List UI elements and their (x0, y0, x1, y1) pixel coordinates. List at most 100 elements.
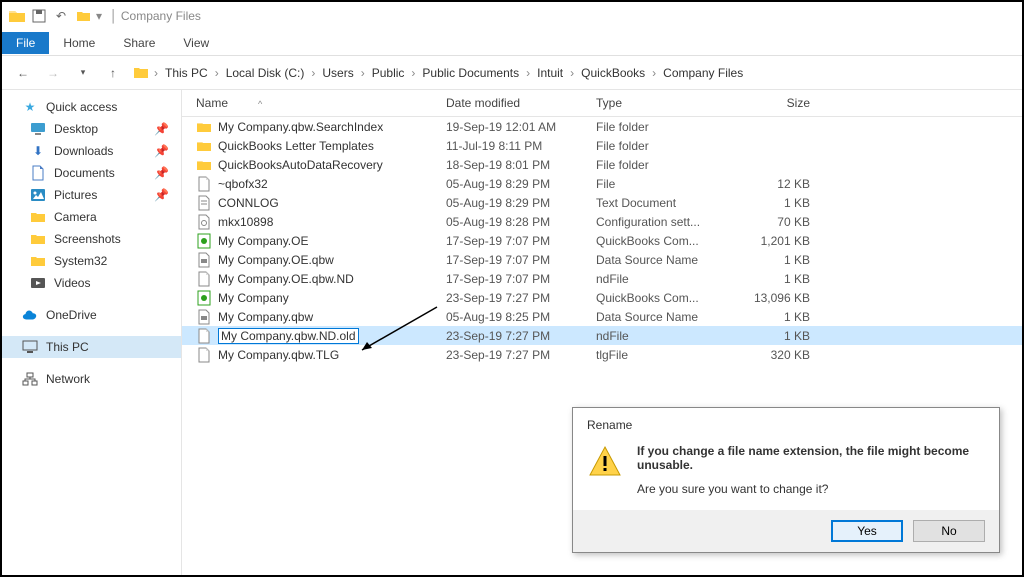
desktop-icon (30, 121, 46, 137)
file-row[interactable]: mkx1089805-Aug-19 8:28 PMConfiguration s… (182, 212, 1022, 231)
file-row[interactable]: My Company23-Sep-19 7:27 PMQuickBooks Co… (182, 288, 1022, 307)
file-row[interactable]: QuickBooks Letter Templates11-Jul-19 8:1… (182, 136, 1022, 155)
videos-icon (30, 275, 46, 291)
folder-icon (30, 231, 46, 247)
sidebar-item-videos[interactable]: Videos (2, 272, 181, 294)
sidebar-item-label: Videos (54, 276, 90, 290)
network-icon (22, 371, 38, 387)
file-name: My Company.qbw (218, 310, 313, 324)
sidebar-item-label: Camera (54, 210, 97, 224)
crumb-disk[interactable]: Local Disk (C:) (223, 64, 308, 82)
file-date: 23-Sep-19 7:27 PM (446, 329, 596, 343)
sidebar-item-label: Documents (54, 166, 115, 180)
file-row[interactable]: My Company.qbw05-Aug-19 8:25 PMData Sour… (182, 307, 1022, 326)
file-icon (196, 138, 212, 154)
up-button[interactable]: ↑ (102, 62, 124, 84)
file-date: 05-Aug-19 8:29 PM (446, 177, 596, 191)
properties-icon[interactable] (74, 7, 92, 25)
file-row[interactable]: QuickBooksAutoDataRecovery18-Sep-19 8:01… (182, 155, 1022, 174)
forward-button[interactable]: → (42, 62, 64, 84)
file-date: 05-Aug-19 8:29 PM (446, 196, 596, 210)
file-type: Configuration sett... (596, 215, 746, 229)
column-headers: Name^ Date modified Type Size (182, 90, 1022, 117)
back-button[interactable]: ← (12, 62, 34, 84)
file-name: My Company.OE.qbw (218, 253, 334, 267)
file-size: 13,096 KB (746, 291, 826, 305)
sidebar-item-label: System32 (54, 254, 107, 268)
file-name: CONNLOG (218, 196, 279, 210)
rename-input[interactable]: My Company.qbw.ND.old (218, 328, 359, 344)
file-date: 17-Sep-19 7:07 PM (446, 253, 596, 267)
pin-icon: 📌 (154, 166, 169, 180)
folder-icon (132, 64, 150, 82)
col-name[interactable]: Name^ (196, 96, 446, 110)
file-size: 12 KB (746, 177, 826, 191)
crumb-intuit[interactable]: Intuit (534, 64, 566, 82)
file-icon (196, 214, 212, 230)
file-row[interactable]: My Company.OE.qbw.ND17-Sep-19 7:07 PMndF… (182, 269, 1022, 288)
no-button[interactable]: No (913, 520, 985, 542)
file-size: 70 KB (746, 215, 826, 229)
file-date: 23-Sep-19 7:27 PM (446, 291, 596, 305)
tab-home[interactable]: Home (49, 32, 109, 54)
file-row[interactable]: My Company.OE17-Sep-19 7:07 PMQuickBooks… (182, 231, 1022, 250)
yes-button[interactable]: Yes (831, 520, 903, 542)
file-row[interactable]: My Company.qbw.TLG23-Sep-19 7:27 PMtlgFi… (182, 345, 1022, 364)
sidebar-item-downloads[interactable]: ⬇ Downloads 📌 (2, 140, 181, 162)
file-icon (196, 195, 212, 211)
tab-share[interactable]: Share (109, 32, 169, 54)
tab-view[interactable]: View (169, 32, 223, 54)
pictures-icon (30, 187, 46, 203)
crumb-public[interactable]: Public (369, 64, 408, 82)
file-icon (196, 309, 212, 325)
col-type[interactable]: Type (596, 96, 746, 110)
file-row[interactable]: My Company.qbw.ND.old 23-Sep-19 7:27 PMnd… (182, 326, 1022, 345)
sidebar-item-pictures[interactable]: Pictures 📌 (2, 184, 181, 206)
file-icon (196, 252, 212, 268)
sidebar-thispc[interactable]: This PC (2, 336, 181, 358)
file-type: File folder (596, 120, 746, 134)
file-row[interactable]: My Company.OE.qbw17-Sep-19 7:07 PMData S… (182, 250, 1022, 269)
address-bar: ← → ▾ ↑ › This PC› Local Disk (C:)› User… (2, 56, 1022, 90)
file-type: ndFile (596, 329, 746, 343)
sidebar-item-documents[interactable]: Documents 📌 (2, 162, 181, 184)
file-name: My Company.qbw.SearchIndex (218, 120, 383, 134)
sidebar-item-label: Screenshots (54, 232, 121, 246)
file-icon (196, 328, 212, 344)
file-name: QuickBooksAutoDataRecovery (218, 158, 383, 172)
recent-dropdown[interactable]: ▾ (72, 62, 94, 84)
file-row[interactable]: ~qbofx3205-Aug-19 8:29 PMFile12 KB (182, 174, 1022, 193)
documents-icon (30, 165, 46, 181)
col-date[interactable]: Date modified (446, 96, 596, 110)
save-icon[interactable] (30, 7, 48, 25)
sidebar-item-system32[interactable]: System32 (2, 250, 181, 272)
folder-icon (30, 253, 46, 269)
file-row[interactable]: CONNLOG05-Aug-19 8:29 PMText Document1 K… (182, 193, 1022, 212)
sidebar-item-camera[interactable]: Camera (2, 206, 181, 228)
sidebar: ★ Quick access Desktop 📌 ⬇ Downloads 📌 D… (2, 90, 182, 575)
file-date: 05-Aug-19 8:28 PM (446, 215, 596, 229)
crumb-thispc[interactable]: This PC (162, 64, 211, 82)
crumb-pubdocs[interactable]: Public Documents (419, 64, 522, 82)
col-size[interactable]: Size (746, 96, 826, 110)
crumb-users[interactable]: Users (319, 64, 356, 82)
sidebar-item-screenshots[interactable]: Screenshots (2, 228, 181, 250)
crumb-companyfiles[interactable]: Company Files (660, 64, 746, 82)
file-icon (196, 347, 212, 363)
sidebar-quickaccess[interactable]: ★ Quick access (2, 96, 181, 118)
sidebar-network[interactable]: Network (2, 368, 181, 390)
file-date: 17-Sep-19 7:07 PM (446, 272, 596, 286)
pin-icon: 📌 (154, 144, 169, 158)
undo-icon[interactable]: ↶ (52, 7, 70, 25)
file-type: File folder (596, 158, 746, 172)
file-size: 1 KB (746, 196, 826, 210)
tab-file[interactable]: File (2, 32, 49, 54)
sidebar-item-desktop[interactable]: Desktop 📌 (2, 118, 181, 140)
file-row[interactable]: My Company.qbw.SearchIndex19-Sep-19 12:0… (182, 117, 1022, 136)
file-type: QuickBooks Com... (596, 291, 746, 305)
ribbon: File Home Share View (2, 30, 1022, 56)
rename-dialog: Rename If you change a file name extensi… (572, 407, 1000, 553)
crumb-quickbooks[interactable]: QuickBooks (578, 64, 648, 82)
sidebar-onedrive[interactable]: OneDrive (2, 304, 181, 326)
file-name: QuickBooks Letter Templates (218, 139, 374, 153)
